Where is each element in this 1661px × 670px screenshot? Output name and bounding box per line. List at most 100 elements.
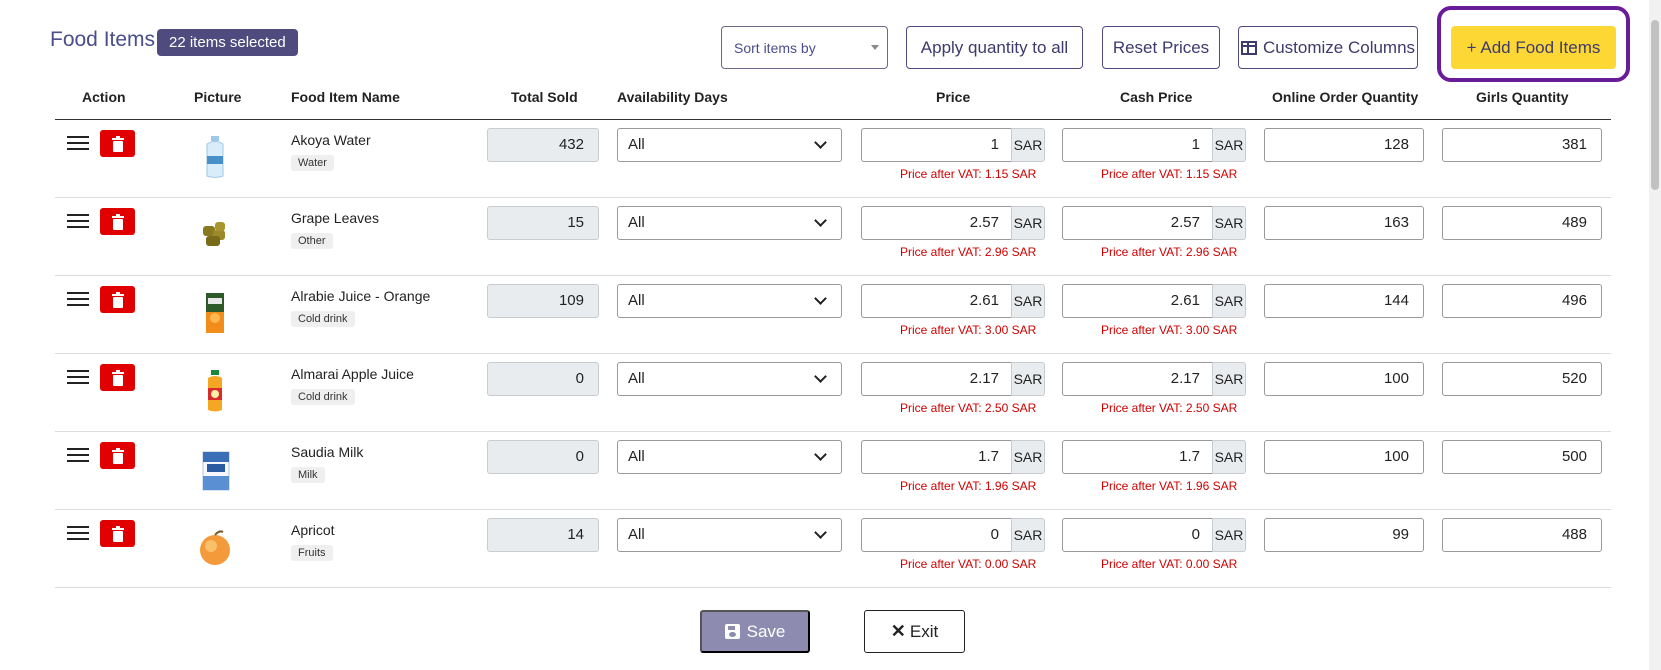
col-header-price: Price (936, 89, 971, 105)
col-header-total-sold: Total Sold (511, 89, 578, 105)
cash-price-input[interactable]: 2.57 (1062, 206, 1212, 240)
reset-prices-button[interactable]: Reset Prices (1102, 26, 1220, 69)
girls-qty-input[interactable]: 500 (1442, 440, 1602, 474)
delete-button[interactable] (100, 286, 135, 313)
cash-price-input[interactable]: 1.7 (1062, 440, 1212, 474)
price-input-group: 2.57 SAR (861, 206, 1045, 240)
juice-bottle-icon (193, 368, 237, 414)
sort-select[interactable]: Sort items by (721, 26, 888, 69)
sort-select-label: Sort items by (734, 39, 816, 56)
floppy-disk-icon (724, 624, 740, 639)
currency-label: SAR (1011, 518, 1045, 552)
currency-label: SAR (1011, 284, 1045, 318)
online-qty-input[interactable]: 99 (1264, 518, 1424, 552)
close-icon: ✕ (890, 621, 906, 641)
milk-carton-icon (193, 446, 237, 492)
price-vat-note: Price after VAT: 1.15 SAR (900, 167, 1037, 181)
customize-columns-button[interactable]: Customize Columns (1238, 26, 1418, 69)
availability-select[interactable]: All (617, 284, 842, 318)
online-qty-input[interactable]: 100 (1264, 440, 1424, 474)
cash-vat-note: Price after VAT: 2.96 SAR (1101, 245, 1238, 259)
drag-handle-icon[interactable] (67, 136, 89, 154)
col-header-cash-price: Cash Price (1120, 89, 1193, 105)
delete-button[interactable] (100, 208, 135, 235)
col-header-girls-qty: Girls Quantity (1476, 89, 1569, 105)
delete-button[interactable] (100, 442, 135, 469)
cash-vat-note: Price after VAT: 1.96 SAR (1101, 479, 1238, 493)
price-vat-note: Price after VAT: 1.96 SAR (900, 479, 1037, 493)
girls-qty-input[interactable]: 496 (1442, 284, 1602, 318)
availability-select[interactable]: All (617, 440, 842, 474)
cash-price-input[interactable]: 0 (1062, 518, 1212, 552)
price-input[interactable]: 1 (861, 128, 1011, 162)
caret-down-icon (871, 45, 879, 50)
chevron-down-icon (814, 214, 827, 227)
price-input[interactable]: 2.57 (861, 206, 1011, 240)
chevron-down-icon (814, 370, 827, 383)
price-input[interactable]: 0 (861, 518, 1011, 552)
scrollbar-thumb[interactable] (1651, 20, 1659, 190)
item-category: Milk (291, 467, 325, 483)
delete-button[interactable] (100, 364, 135, 391)
price-vat-note: Price after VAT: 0.00 SAR (900, 557, 1037, 571)
grape-leaves-icon (193, 212, 237, 258)
girls-qty-input[interactable]: 381 (1442, 128, 1602, 162)
availability-select[interactable]: All (617, 206, 842, 240)
cash-price-input[interactable]: 2.17 (1062, 362, 1212, 396)
online-qty-input[interactable]: 128 (1264, 128, 1424, 162)
trash-icon (111, 135, 124, 152)
price-input-group: 1.7 SAR (861, 440, 1045, 474)
table-row: Apricot Fruits 14 All 0 SAR Price after … (55, 510, 1611, 588)
col-header-picture: Picture (194, 89, 242, 105)
girls-qty-input[interactable]: 520 (1442, 362, 1602, 396)
delete-button[interactable] (100, 130, 135, 157)
currency-label: SAR (1011, 206, 1045, 240)
total-sold-field: 15 (487, 206, 599, 240)
availability-value: All (628, 136, 645, 153)
cash-price-input-group: 2.17 SAR (1062, 362, 1246, 396)
drag-handle-icon[interactable] (67, 292, 89, 310)
currency-label: SAR (1212, 440, 1246, 474)
cash-price-input-group: 2.61 SAR (1062, 284, 1246, 318)
chevron-down-icon (814, 526, 827, 539)
add-food-items-button[interactable]: + Add Food Items (1451, 26, 1616, 69)
drag-handle-icon[interactable] (67, 370, 89, 388)
table-row: Grape Leaves Other 15 All 2.57 SAR Price… (55, 198, 1611, 276)
drag-handle-icon[interactable] (67, 214, 89, 232)
cash-price-input[interactable]: 1 (1062, 128, 1212, 162)
cash-price-input[interactable]: 2.61 (1062, 284, 1212, 318)
item-name: Akoya Water (291, 132, 371, 148)
price-input[interactable]: 2.17 (861, 362, 1011, 396)
online-qty-input[interactable]: 100 (1264, 362, 1424, 396)
total-sold-field: 432 (487, 128, 599, 162)
item-category: Cold drink (291, 389, 355, 405)
drag-handle-icon[interactable] (67, 526, 89, 544)
chevron-down-icon (814, 136, 827, 149)
drag-handle-icon[interactable] (67, 448, 89, 466)
save-button[interactable]: Save (700, 610, 810, 653)
item-category: Other (291, 233, 333, 249)
customize-columns-label: Customize Columns (1262, 37, 1416, 57)
availability-value: All (628, 214, 645, 231)
cash-price-input-group: 1.7 SAR (1062, 440, 1246, 474)
availability-select[interactable]: All (617, 128, 842, 162)
availability-value: All (628, 448, 645, 465)
save-label: Save (746, 621, 786, 641)
exit-button[interactable]: ✕ Exit (864, 610, 965, 653)
cash-price-input-group: 0 SAR (1062, 518, 1246, 552)
availability-select[interactable]: All (617, 362, 842, 396)
online-qty-input[interactable]: 144 (1264, 284, 1424, 318)
col-header-availability: Availability Days (617, 89, 728, 105)
selected-count-badge: 22 items selected (157, 29, 298, 56)
delete-button[interactable] (100, 520, 135, 547)
price-input[interactable]: 2.61 (861, 284, 1011, 318)
girls-qty-input[interactable]: 489 (1442, 206, 1602, 240)
price-input[interactable]: 1.7 (861, 440, 1011, 474)
trash-icon (111, 447, 124, 464)
cash-price-input-group: 2.57 SAR (1062, 206, 1246, 240)
availability-select[interactable]: All (617, 518, 842, 552)
apply-quantity-button[interactable]: Apply quantity to all (906, 26, 1083, 69)
online-qty-input[interactable]: 163 (1264, 206, 1424, 240)
girls-qty-input[interactable]: 488 (1442, 518, 1602, 552)
apricot-icon (193, 524, 237, 570)
